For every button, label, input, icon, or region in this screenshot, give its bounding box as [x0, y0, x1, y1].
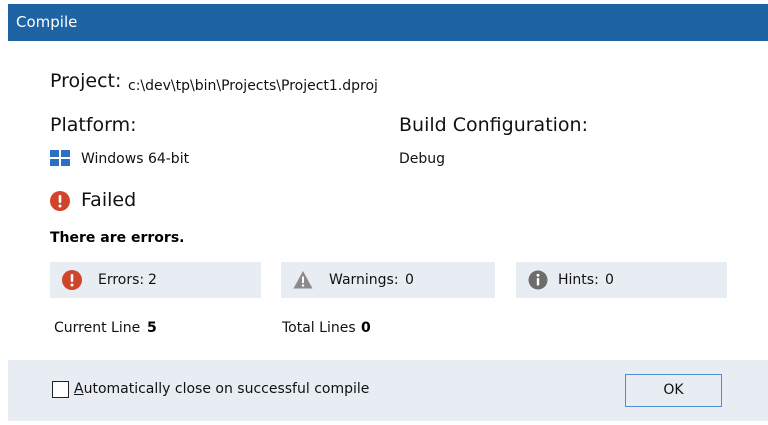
warnings-count: 0 — [405, 272, 414, 288]
build-configuration-value: Debug — [399, 151, 446, 167]
errors-label: Errors: — [98, 272, 145, 288]
warnings-panel: Warnings: 0 — [281, 262, 495, 298]
hints-label: Hints: — [558, 272, 599, 288]
platform-value: Windows 64-bit — [81, 151, 190, 167]
compile-dialog: Compile Project: c:\dev\tp\bin\Projects\… — [0, 0, 768, 425]
current-line-label: Current Line — [54, 320, 141, 336]
hints-count: 0 — [605, 272, 614, 288]
build-configuration-label: Build Configuration: — [399, 114, 588, 136]
auto-close-label[interactable]: Automatically close on successful compil… — [74, 381, 369, 397]
warning-icon — [293, 270, 313, 290]
platform-label: Platform: — [50, 114, 137, 136]
project-label: Project: — [50, 70, 122, 92]
errors-panel: Errors: 2 — [50, 262, 261, 298]
warnings-label: Warnings: — [329, 272, 399, 288]
dialog-footer: Automatically close on successful compil… — [8, 360, 768, 421]
errors-count: 2 — [148, 272, 157, 288]
project-path: c:\dev\tp\bin\Projects\Project1.dproj — [128, 78, 378, 94]
total-lines-label: Total Lines — [282, 320, 356, 336]
windows-logo-icon — [50, 150, 70, 166]
auto-close-checkbox[interactable] — [52, 381, 69, 398]
hints-panel: Hints: 0 — [516, 262, 727, 298]
status-text: Failed — [81, 189, 137, 211]
current-line-value: 5 — [147, 320, 157, 336]
window-title: Compile — [16, 13, 78, 31]
auto-close-mnemonic: A — [74, 381, 84, 397]
ok-button[interactable]: OK — [625, 374, 722, 407]
status-message: There are errors. — [50, 230, 185, 246]
error-icon — [62, 270, 82, 290]
error-icon — [50, 191, 70, 211]
total-lines-value: 0 — [361, 320, 371, 336]
info-icon — [528, 270, 548, 290]
title-bar: Compile — [8, 4, 768, 41]
auto-close-label-text: utomatically close on successful compile — [83, 381, 370, 397]
